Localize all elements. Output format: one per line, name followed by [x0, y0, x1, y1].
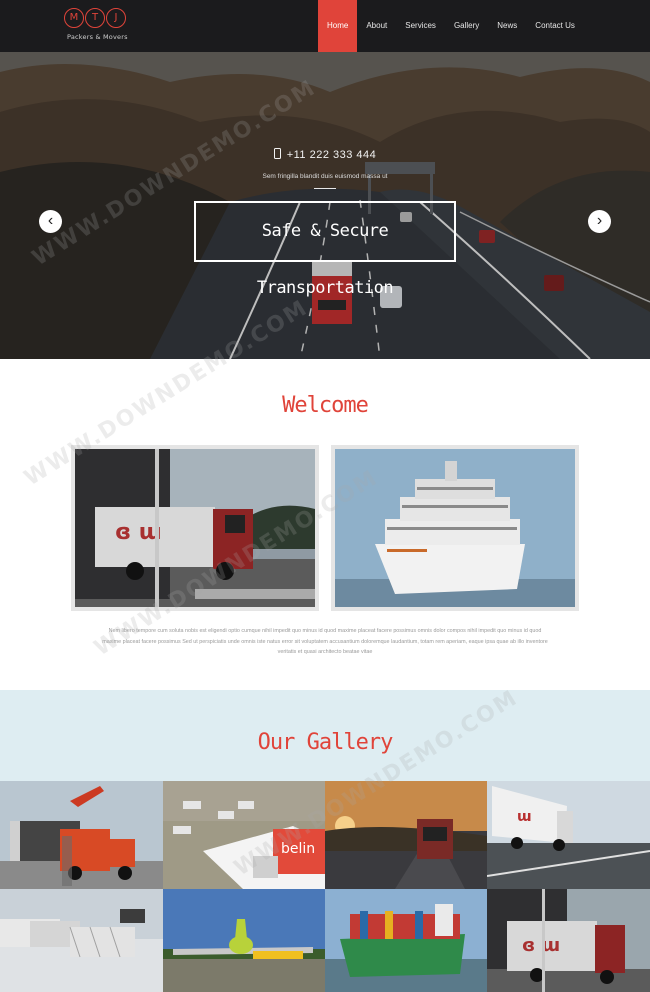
container-ship-photo	[325, 889, 487, 992]
gallery-tile[interactable]	[163, 889, 325, 992]
welcome-image-truck[interactable]: ɞ ɯ	[71, 445, 319, 611]
welcome-heading: Welcome	[282, 393, 369, 418]
brand-logo[interactable]: M T J Packers & Movers	[64, 8, 128, 44]
nav-item-news[interactable]: News	[488, 0, 526, 52]
gallery-heading: Our Gallery	[257, 730, 394, 755]
gallery-tile[interactable]	[0, 781, 163, 889]
airport-apron-photo: belin	[163, 781, 325, 889]
hero-subtitle: Sem fringilla blandit duis euismod massa…	[262, 173, 388, 180]
red-truck-crane-photo	[0, 781, 163, 889]
hero-headline: Safe & Secure Transportation	[194, 201, 456, 298]
gallery-tile[interactable]: ɞ ɯ	[487, 889, 650, 992]
nav-item-services[interactable]: Services	[396, 0, 445, 52]
logo-letter-m: M	[64, 8, 84, 28]
svg-text:ɞ ɯ: ɞ ɯ	[522, 935, 560, 956]
gallery-tile[interactable]	[0, 889, 163, 992]
gallery-tile[interactable]	[325, 781, 487, 889]
main-menu: Home About Services Gallery News Contact…	[318, 0, 584, 52]
slider-next-button[interactable]: ›	[588, 210, 611, 233]
slider-prev-button[interactable]: ‹	[39, 210, 62, 233]
gallery-grid: belin ɯ ɞ ɯ	[0, 781, 650, 992]
svg-text:belin: belin	[281, 841, 315, 857]
brand-tagline: Packers & Movers	[67, 33, 128, 41]
nav-item-about[interactable]: About	[357, 0, 396, 52]
truck-photo: ɞ ɯ	[75, 449, 315, 607]
gallery-tile[interactable]: ɯ	[487, 781, 650, 889]
white-lorry-highway-photo: ɯ	[487, 781, 650, 889]
nav-item-gallery[interactable]: Gallery	[445, 0, 488, 52]
hero-phone: +11 222 333 444	[0, 148, 650, 161]
gallery-tile[interactable]: belin	[163, 781, 325, 889]
chevron-right-icon: ›	[596, 212, 603, 229]
hero-slider: +11 222 333 444 Sem fringilla blandit du…	[0, 52, 650, 359]
gallery-tile[interactable]	[325, 889, 487, 992]
chevron-left-icon: ‹	[47, 212, 54, 229]
logo-letters: M T J	[64, 8, 126, 28]
logo-letter-j: J	[106, 8, 126, 28]
truck-closeup-photo: ɞ ɯ	[487, 889, 650, 992]
nav-item-contact-us[interactable]: Contact Us	[526, 0, 584, 52]
hero-phone-number: +11 222 333 444	[286, 149, 377, 161]
top-navigation-bar: M T J Packers & Movers Home About Servic…	[0, 0, 650, 52]
nav-item-home[interactable]: Home	[318, 0, 358, 52]
cruise-ship-photo	[335, 449, 575, 607]
sunset-truck-photo	[325, 781, 487, 889]
welcome-image-ship[interactable]	[331, 445, 579, 611]
svg-text:ɞ ɯ: ɞ ɯ	[115, 520, 162, 545]
mobile-phone-icon	[273, 148, 281, 159]
logo-letter-t: T	[85, 8, 105, 28]
hero-divider	[314, 188, 336, 189]
green-airplane-photo	[163, 889, 325, 992]
welcome-paragraph: Nem libero tempore cum soluta nobis est …	[102, 628, 548, 655]
cargo-loading-photo	[0, 889, 163, 992]
svg-text:ɯ: ɯ	[517, 809, 532, 825]
